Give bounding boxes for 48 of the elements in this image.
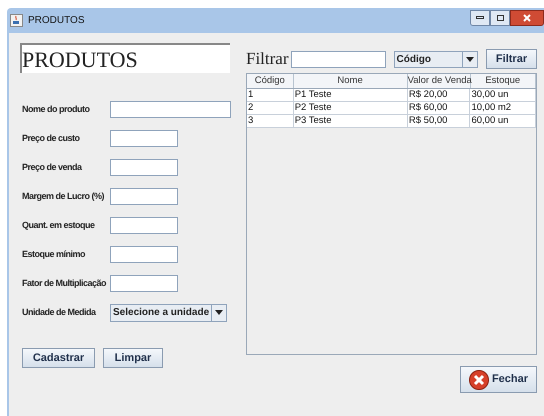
input-field[interactable] [110,188,178,205]
column-header[interactable]: Valor de Venda [408,74,471,88]
maximize-button[interactable] [490,10,510,26]
field-label: Preço de custo [22,132,81,145]
input-field[interactable] [110,246,178,263]
clear-button[interactable]: Limpar [103,348,163,368]
input-field[interactable] [110,159,178,176]
table-cell: 3 [247,115,294,127]
field-label: Unidade de Medida [22,306,97,319]
column-header[interactable]: Código [247,74,294,88]
input-field[interactable] [110,101,231,118]
close-window-button[interactable]: Fechar [460,366,537,393]
field-label: Fator de Multiplicação [22,276,108,290]
table-cell: P1 Teste [294,89,408,101]
filter-button[interactable]: Filtrar [486,49,537,69]
heading: PRODUTOS [20,43,230,73]
table-cell: 1 [247,89,294,101]
window-title: PRODUTOS [28,14,84,28]
close-button[interactable] [510,10,544,26]
column-header[interactable]: Estoque [470,74,536,88]
table-cell: P2 Teste [294,102,408,114]
field-label: Preço de venda [22,160,83,174]
table-cell: R$ 50,00 [408,115,470,127]
filter-label: Filtrar [246,48,288,70]
dropdown-arrow-icon [215,310,224,315]
table-cell: 30,00 un [470,89,536,101]
table-cell: 60,00 un [470,115,536,127]
field-label: Margem de Lucro (%) [22,190,106,203]
table-cell: 10,00 m2 [470,102,536,114]
error-x-icon [468,370,489,390]
field-label: Nome do produto [22,102,91,116]
column-header[interactable]: Nome [294,74,408,88]
table-cell: P3 Teste [294,115,408,127]
table-cell: R$ 20,00 [408,89,470,101]
table-cell: 2 [247,102,294,114]
input-field[interactable] [110,217,178,234]
filter-dropdown[interactable]: Código [394,50,478,68]
table-cell: R$ 60,00 [408,102,470,114]
input-field[interactable] [110,275,178,292]
field-label: Quant. em estoque [22,218,96,232]
input-field[interactable] [110,130,178,147]
register-button[interactable]: Cadastrar [22,348,95,368]
field-label: Estoque mínimo [22,248,86,261]
minimize-button[interactable] [470,10,490,26]
dropdown-arrow-icon [466,56,474,62]
close-icon [523,14,531,22]
filter-input[interactable] [290,50,386,68]
unit-dropdown[interactable]: Selecione a unidade [110,304,228,322]
